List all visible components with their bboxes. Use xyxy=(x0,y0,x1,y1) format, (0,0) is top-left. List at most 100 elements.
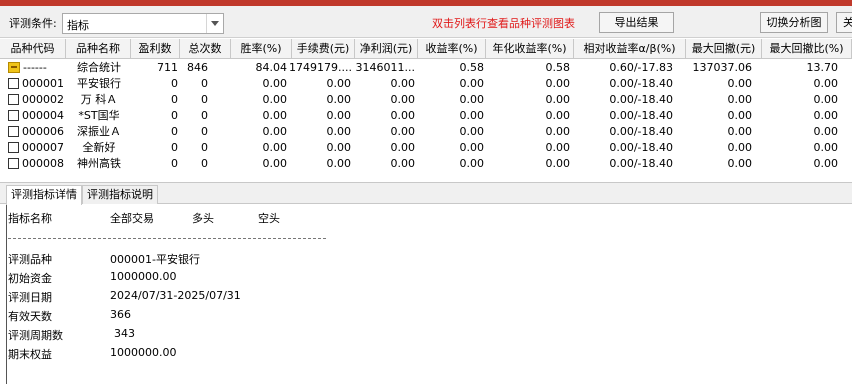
checkbox-icon[interactable] xyxy=(8,142,19,153)
condition-select-value: 指标 xyxy=(67,19,89,32)
table-row[interactable]: 000007 全新好 0 0 0.00 0.00 0.00 0.00 0.00 0.00/-18.… xyxy=(0,140,852,155)
detail-value: 1000000.00 xyxy=(110,346,177,359)
detail-header-all: 全部交易 xyxy=(110,212,154,225)
checkbox-icon[interactable] xyxy=(8,78,19,89)
row-code: 000006 xyxy=(8,124,66,139)
cell-profit: 3146011... xyxy=(355,61,415,74)
checkbox-icon[interactable] xyxy=(8,110,19,121)
detail-value: 1000000.00 xyxy=(110,270,177,283)
cell-annual: 0.00 xyxy=(545,77,571,90)
chevron-down-icon[interactable] xyxy=(206,14,223,33)
cell-fee: 0.00 xyxy=(326,157,352,170)
detail-label: 有效天数 xyxy=(8,310,52,323)
column-header[interactable]: 盈利数 xyxy=(131,39,180,59)
close-button[interactable]: 关闭 xyxy=(836,12,852,33)
cell-rel: 0.00/-18.40 xyxy=(609,157,673,170)
checkbox-icon[interactable] xyxy=(8,94,19,105)
detail-panel: 指标名称 全部交易 多头 空头 评测品种 000001-平安银行 初始资金 10000… xyxy=(0,205,852,384)
column-header[interactable]: 品种名称 xyxy=(66,39,131,59)
row-code: 000007 xyxy=(8,140,66,155)
table-row[interactable]: 000004 *ST国华 0 0 0.00 0.00 0.00 0.00 0.00 0.00/-1… xyxy=(0,108,852,123)
cell-fee: 0.00 xyxy=(326,93,352,106)
cell-rel: 0.00/-18.40 xyxy=(609,125,673,138)
cell-fee: 0.00 xyxy=(326,109,352,122)
cell-winrate: 0.00 xyxy=(262,77,288,90)
cell-wins: 0 xyxy=(171,125,178,138)
table-row[interactable]: 000006 深振业Ａ 0 0 0.00 0.00 0.00 0.00 0.00 0.00/-18… xyxy=(0,124,852,139)
cell-winrate: 0.00 xyxy=(262,157,288,170)
cell-maxddr: 0.00 xyxy=(813,109,839,122)
cell-maxddr: 0.00 xyxy=(813,125,839,138)
row-code: 000001 xyxy=(8,76,66,91)
cell-profit: 0.00 xyxy=(390,93,416,106)
cell-ret: 0.00 xyxy=(459,157,485,170)
cell-ret: 0.00 xyxy=(459,77,485,90)
cell-wins: 0 xyxy=(171,109,178,122)
cell-fee: 1749179.... xyxy=(289,61,351,74)
column-header[interactable]: 胜率(%) xyxy=(231,39,292,59)
detail-value: 343 xyxy=(114,327,135,340)
row-name: *ST国华 xyxy=(78,109,120,122)
detail-header-short: 空头 xyxy=(258,212,280,225)
column-header[interactable]: 年化收益率(%) xyxy=(486,39,574,59)
condition-select[interactable]: 指标 xyxy=(62,13,224,34)
cell-ret: 0.00 xyxy=(459,109,485,122)
row-name: 平安银行 xyxy=(77,77,121,90)
cell-maxdd: 137037.06 xyxy=(692,61,753,74)
cell-profit: 0.00 xyxy=(390,157,416,170)
cell-winrate: 0.00 xyxy=(262,109,288,122)
row-code-text: 000002 xyxy=(22,93,64,106)
tab-indicator-detail[interactable]: 评测指标详情 xyxy=(6,185,82,205)
cell-wins: 0 xyxy=(171,157,178,170)
checkbox-icon[interactable] xyxy=(8,158,19,169)
cell-maxddr: 0.00 xyxy=(813,77,839,90)
results-table[interactable]: 品种代码 品种名称 盈利数 总次数 胜率(%) 手续费(元) 净利润(元) 收益率(%) 年化收… xyxy=(0,39,852,175)
detail-label: 评测品种 xyxy=(8,253,52,266)
cell-maxdd: 0.00 xyxy=(727,109,753,122)
column-header[interactable]: 净利润(元) xyxy=(355,39,418,59)
cell-wins: 711 xyxy=(157,61,178,74)
summary-folder-icon xyxy=(8,62,20,73)
table-row[interactable]: 000001 平安银行 0 0 0.00 0.00 0.00 0.00 0.00 0.00/-18… xyxy=(0,76,852,91)
table-row[interactable]: ------ 综合统计 711 846 84.04 1749179.... 3146011.… xyxy=(0,60,852,75)
cell-total: 0 xyxy=(201,157,208,170)
cell-wins: 0 xyxy=(171,141,178,154)
detail-value: 000001-平安银行 xyxy=(110,253,200,266)
row-code: 000004 xyxy=(8,108,66,123)
detail-tabs: 评测指标详情 评测指标说明 xyxy=(0,182,852,205)
table-row[interactable]: 000008 神州高铁 0 0 0.00 0.00 0.00 0.00 0.00 0.00/-18… xyxy=(0,156,852,171)
cell-winrate: 84.04 xyxy=(255,61,288,74)
export-button[interactable]: 导出结果 xyxy=(599,12,674,33)
cell-rel: 0.00/-18.40 xyxy=(609,109,673,122)
cell-profit: 0.00 xyxy=(390,109,416,122)
table-row[interactable]: 000002 万 科Ａ 0 0 0.00 0.00 0.00 0.00 0.00 0.00/-18… xyxy=(0,92,852,107)
checkbox-icon[interactable] xyxy=(8,126,19,137)
cell-annual: 0.00 xyxy=(545,141,571,154)
cell-total: 0 xyxy=(201,109,208,122)
cell-profit: 0.00 xyxy=(390,77,416,90)
cell-maxdd: 0.00 xyxy=(727,125,753,138)
column-header[interactable]: 手续费(元) xyxy=(292,39,355,59)
row-code-text: 000001 xyxy=(22,77,64,90)
column-header[interactable]: 相对收益率α/β(%) xyxy=(574,39,686,59)
column-header[interactable]: 最大回撤比(%) xyxy=(762,39,852,59)
row-name: 深振业Ａ xyxy=(77,125,121,138)
column-header[interactable]: 收益率(%) xyxy=(418,39,486,59)
cell-total: 846 xyxy=(187,61,208,74)
double-click-hint: 双击列表行查看品种评测图表 xyxy=(432,17,575,30)
row-code-text: 000008 xyxy=(22,157,64,170)
switch-chart-button[interactable]: 切换分析图 xyxy=(760,12,828,33)
tab-indicator-description[interactable]: 评测指标说明 xyxy=(82,185,158,204)
cell-annual: 0.58 xyxy=(545,61,571,74)
cell-ret: 0.00 xyxy=(459,125,485,138)
detail-label: 期末权益 xyxy=(8,348,52,361)
row-code: 000002 xyxy=(8,92,66,107)
cell-maxdd: 0.00 xyxy=(727,157,753,170)
cell-ret: 0.00 xyxy=(459,93,485,106)
column-header[interactable]: 总次数 xyxy=(180,39,231,59)
detail-header-name: 指标名称 xyxy=(8,212,52,225)
cell-rel: 0.60/-17.83 xyxy=(609,61,673,74)
column-header[interactable]: 品种代码 xyxy=(0,39,66,59)
column-header[interactable]: 最大回撤(元) xyxy=(686,39,762,59)
cell-winrate: 0.00 xyxy=(262,125,288,138)
